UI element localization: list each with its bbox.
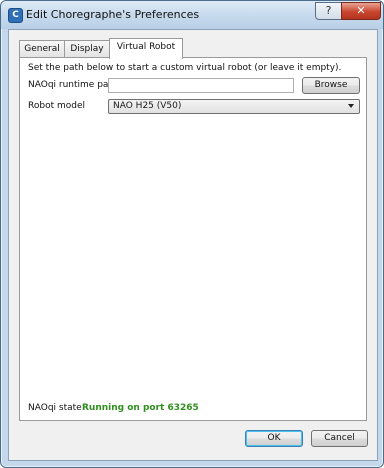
naoqi-state-label: NAOqi state: — [28, 403, 85, 413]
ok-button[interactable]: OK — [245, 430, 303, 447]
cancel-button[interactable]: Cancel — [311, 430, 368, 447]
chevron-down-icon — [348, 104, 354, 108]
close-button[interactable]: ✕ — [341, 2, 381, 20]
preferences-dialog: C Edit Choregraphe's Preferences ? ✕ Gen… — [0, 0, 384, 468]
virtual-robot-panel: Set the path below to start a custom vir… — [19, 57, 367, 421]
dialog-body: General Display Virtual Robot Set the pa… — [8, 29, 378, 461]
robot-model-select[interactable]: NAO H25 (V50) — [108, 99, 360, 114]
robot-model-value: NAO H25 (V50) — [113, 101, 182, 111]
title-bar[interactable]: C Edit Choregraphe's Preferences ? ✕ — [1, 1, 383, 29]
robot-model-label: Robot model — [28, 101, 85, 111]
window-title: Edit Choregraphe's Preferences — [26, 8, 200, 21]
naoqi-state-value: Running on port 63265 — [82, 403, 199, 413]
tab-display[interactable]: Display — [64, 40, 110, 58]
tab-virtual-robot[interactable]: Virtual Robot — [109, 38, 183, 59]
choregraphe-app-icon: C — [8, 8, 23, 23]
tab-general[interactable]: General — [19, 40, 65, 58]
browse-button[interactable]: Browse — [302, 77, 360, 94]
runtime-path-label: NAOqi runtime path — [28, 80, 118, 90]
runtime-path-input[interactable] — [108, 78, 294, 93]
help-button[interactable]: ? — [315, 2, 342, 20]
info-text: Set the path below to start a custom vir… — [28, 63, 342, 73]
